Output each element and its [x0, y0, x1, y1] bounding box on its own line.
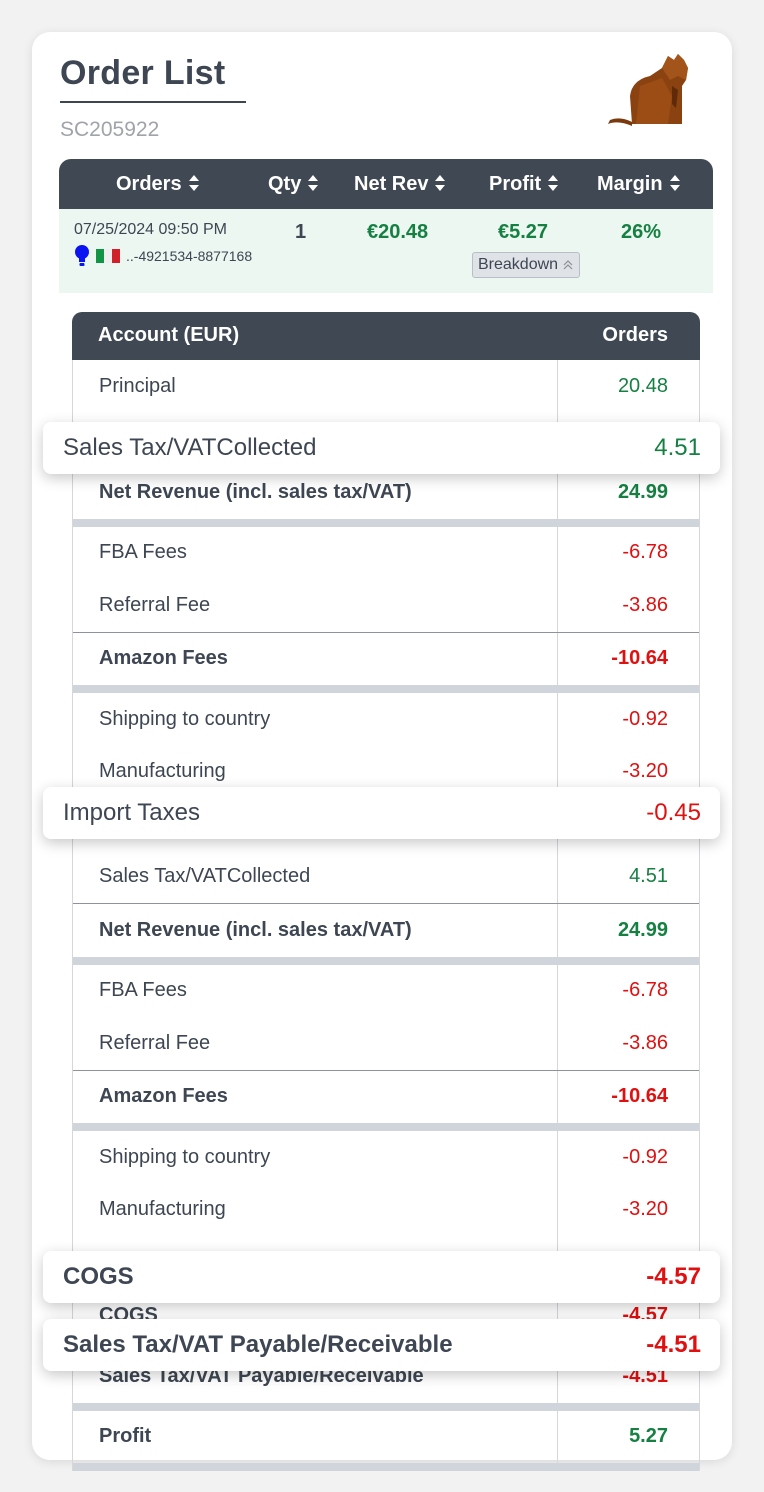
breakdown-row: Profit 5.27 — [73, 1410, 699, 1463]
highlight-row-import-taxes: Import Taxes -0.45 — [43, 787, 720, 839]
section-divider — [73, 518, 699, 527]
order-datetime: 07/25/2024 09:50 PM — [74, 221, 228, 238]
breakdown-row: Referral Fee -3.86 — [73, 1017, 699, 1070]
breakdown-row: Shipping to country -0.92 — [73, 1131, 699, 1184]
row-label: Principal — [73, 360, 558, 413]
row-label: Amazon Fees — [73, 632, 558, 685]
breakdown-row: Sales Tax/VATCollected 4.51 — [73, 850, 699, 903]
breakdown-row: Shipping to country -0.92 — [73, 693, 699, 746]
column-net-rev[interactable]: Net Rev — [354, 173, 446, 196]
page-title: Order List — [60, 54, 226, 92]
row-label: Referral Fee — [73, 579, 558, 632]
chevron-double-up-icon — [563, 260, 573, 270]
order-list-card: Order List SC205922 Orders Qty Net Rev P… — [32, 32, 732, 1471]
column-profit[interactable]: Profit — [489, 173, 559, 196]
row-label: Referral Fee — [73, 1017, 558, 1070]
net-rev-value: €20.48 — [367, 221, 429, 243]
breakdown-row: Referral Fee -3.86 — [73, 579, 699, 632]
breakdown-button[interactable]: Breakdown — [472, 252, 581, 278]
breakdown-row: Amazon Fees -10.64 — [73, 1070, 699, 1123]
row-value: -3.86 — [622, 593, 668, 616]
section-divider — [73, 956, 699, 965]
margin-value: 26% — [621, 221, 662, 243]
order-id[interactable]: ..-4921534-8877168 — [126, 248, 252, 264]
profit-value: €5.27 — [498, 221, 549, 243]
order-row[interactable]: 07/25/2024 09:50 PM ..-4921534-8877168 1… — [59, 209, 713, 293]
breakdown-row: Net Revenue (incl. sales tax/VAT) 24.99 — [73, 904, 699, 957]
sort-icon[interactable] — [547, 174, 559, 192]
breakdown-row: FBA Fees -6.78 — [73, 964, 699, 1017]
sort-icon[interactable] — [188, 174, 200, 192]
order-meta: ..-4921534-8877168 — [74, 245, 252, 267]
row-label: FBA Fees — [73, 964, 558, 1017]
row-value: -6.78 — [622, 541, 668, 564]
sort-icon[interactable] — [669, 174, 681, 192]
row-label: Net Revenue (incl. sales tax/VAT) — [73, 904, 558, 957]
row-value: 4.51 — [629, 865, 668, 888]
qty-value: 1 — [295, 221, 307, 243]
breakdown-row: FBA Fees -6.78 — [73, 526, 699, 579]
highlight-row-sales-tax: Sales Tax/VATCollected 4.51 — [43, 422, 720, 474]
row-value: -0.92 — [622, 1145, 668, 1168]
header-orders: Orders — [602, 324, 668, 346]
section-divider — [73, 685, 699, 693]
row-value: -3.86 — [622, 1031, 668, 1054]
orders-table-header: Orders Qty Net Rev Profit Margin — [59, 159, 713, 209]
highlight-row-vat-payable: Sales Tax/VAT Payable/Receivable -4.51 — [43, 1319, 720, 1371]
breakdown-header: Account (EUR) Orders — [72, 312, 700, 360]
row-label: Shipping to country — [73, 693, 558, 746]
row-value: 20.48 — [617, 374, 668, 397]
lightbulb-icon — [75, 245, 89, 266]
section-divider — [73, 1123, 699, 1131]
row-label: FBA Fees — [73, 526, 558, 579]
seller-id: SC205922 — [60, 118, 160, 141]
column-margin[interactable]: Margin — [597, 173, 681, 196]
table-bottom-bar — [73, 1463, 699, 1471]
row-label: Profit — [73, 1410, 558, 1463]
origami-cat-icon — [608, 54, 688, 126]
row-value: -6.78 — [622, 979, 668, 1002]
header-account: Account (EUR) — [98, 324, 240, 346]
column-orders[interactable]: Orders — [116, 173, 200, 196]
row-label: Shipping to country — [73, 1131, 558, 1184]
highlight-row-cogs: COGS -4.57 — [43, 1251, 720, 1303]
breakdown-row: Principal 20.48 — [73, 360, 699, 413]
row-value: 5.27 — [629, 1425, 668, 1448]
sort-icon[interactable] — [434, 174, 446, 192]
breakdown-row: Manufacturing -3.20 — [73, 1183, 699, 1236]
breakdown-body: Principal 20.48 Sales Tax/VATCollected 4.51… — [72, 360, 700, 1471]
sort-icon[interactable] — [307, 174, 319, 192]
column-qty[interactable]: Qty — [268, 173, 319, 196]
row-value: -10.64 — [611, 1085, 668, 1108]
row-label: Manufacturing — [73, 1183, 558, 1236]
row-label: Amazon Fees — [73, 1070, 558, 1123]
breakdown-row: Amazon Fees -10.64 — [73, 632, 699, 685]
title-underline — [60, 101, 246, 103]
row-value: -0.92 — [622, 707, 668, 730]
section-divider — [73, 1402, 699, 1411]
italy-flag-icon — [96, 249, 120, 263]
row-label: Sales Tax/VATCollected — [73, 850, 558, 903]
row-value: -10.64 — [611, 647, 668, 670]
row-value: -3.20 — [622, 1198, 668, 1221]
row-value: 24.99 — [617, 918, 668, 941]
